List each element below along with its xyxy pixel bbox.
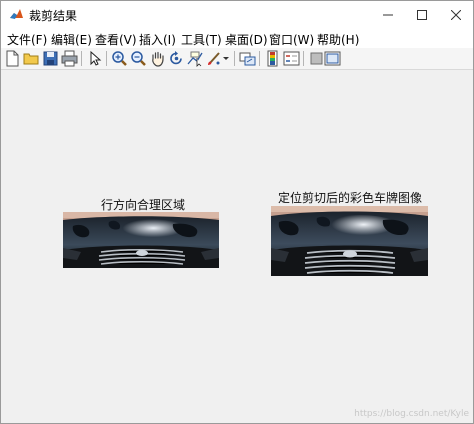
close-button[interactable] [439,1,473,29]
toolbar-separator [234,51,235,66]
menu-edit[interactable]: 编辑(E) [51,31,92,48]
open-file-icon[interactable] [23,50,40,67]
menu-bar: 文件(F) 编辑(E) 查看(V) 插入(I) 工具(T) 桌面(D) 窗口(W… [1,29,473,48]
toolbar-separator [106,51,107,66]
menu-insert[interactable]: 插入(I) [139,31,176,48]
link-plot-icon[interactable] [239,50,256,67]
car-plate-crop-image [271,206,428,276]
save-icon[interactable] [42,50,59,67]
right-image [271,206,428,276]
show-plot-tools-icon[interactable] [324,50,341,67]
legend-icon[interactable] [283,50,300,67]
menu-desktop[interactable]: 桌面(D) [225,31,268,48]
new-figure-icon[interactable] [4,50,21,67]
colorbar-icon[interactable] [264,50,281,67]
figure-window: 裁剪结果 文件(F) 编辑(E) 查看(V) 插入(I) 工具(T) 桌面(D)… [0,0,474,424]
brush-icon[interactable] [206,50,223,67]
rotate-3d-icon[interactable] [168,50,185,67]
left-image [63,212,219,268]
toolbar-separator [303,51,304,66]
hide-plot-tools-icon[interactable] [308,50,325,67]
left-axes-title: 行方向合理区域 [101,198,186,212]
pan-hand-icon[interactable] [149,50,166,67]
zoom-in-icon[interactable] [111,50,128,67]
menu-view[interactable]: 查看(V) [95,31,137,48]
car-hood-image [63,212,219,268]
title-bar: 裁剪结果 [1,1,473,29]
figure-canvas: 行方向合理区域 定位剪切后的彩色车牌图像 https://blog.csdn.n… [1,70,473,423]
pointer-icon[interactable] [86,50,103,67]
minimize-icon [383,14,393,16]
menu-help[interactable]: 帮助(H) [317,31,359,48]
toolbar-separator [81,51,82,66]
zoom-out-icon[interactable] [130,50,147,67]
print-icon[interactable] [61,50,78,67]
data-cursor-icon[interactable] [187,50,204,67]
watermark: https://blog.csdn.net/Kyle [354,409,469,419]
matlab-icon [9,7,24,22]
minimize-button[interactable] [371,1,405,29]
figure-toolbar [1,48,473,70]
toolbar-separator [259,51,260,66]
window-title: 裁剪结果 [29,9,78,23]
close-icon [451,10,461,20]
maximize-icon [417,10,427,20]
menu-window[interactable]: 窗口(W) [269,31,314,48]
right-axes-title: 定位剪切后的彩色车牌图像 [278,191,423,205]
menu-file[interactable]: 文件(F) [7,31,47,48]
maximize-button[interactable] [405,1,439,29]
brush-dropdown-icon[interactable] [222,50,230,67]
menu-tools[interactable]: 工具(T) [181,31,222,48]
